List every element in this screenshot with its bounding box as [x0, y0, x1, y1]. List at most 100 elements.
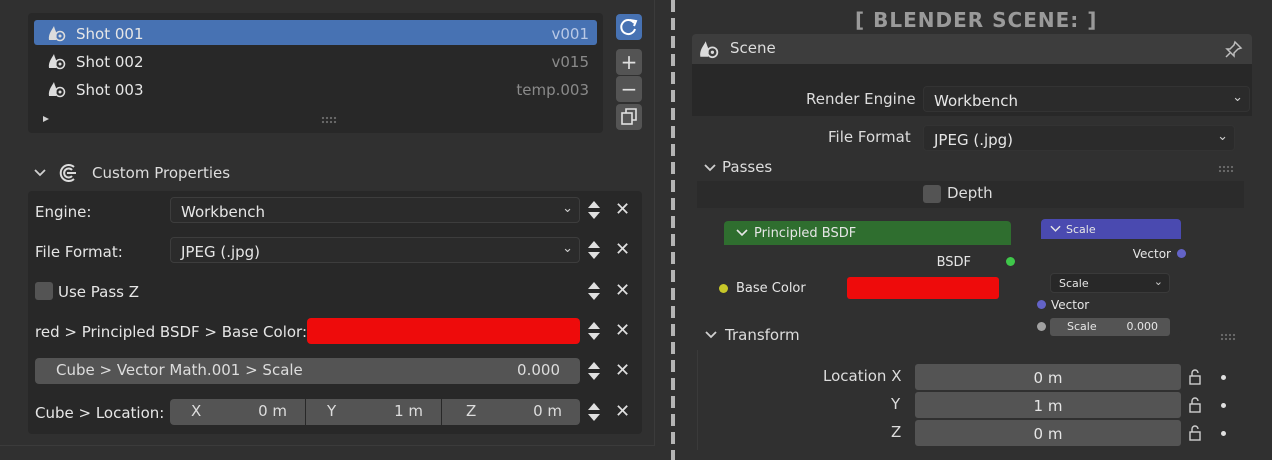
location-z-label: Z	[466, 402, 477, 420]
custom-properties-icon	[59, 164, 76, 182]
location-x-field[interactable]: X 0 m	[170, 399, 305, 425]
scale-field-value: 0.000	[517, 361, 560, 379]
location-y-value: 1 m	[394, 402, 423, 420]
render-engine-value: Workbench	[934, 92, 1018, 110]
scene-title: Scene	[730, 39, 776, 57]
page-title: [ BLENDER SCENE: ]	[855, 8, 1098, 32]
render-engine-dropdown[interactable]: Workbench ⌄	[923, 86, 1250, 112]
location-z-value: 0 m	[533, 402, 562, 420]
scene-icon	[700, 41, 719, 59]
file-format-dropdown[interactable]: JPEG (.jpg) ⌄	[923, 125, 1235, 151]
pin-icon[interactable]	[1225, 40, 1243, 58]
passes-title: Passes	[722, 158, 773, 176]
unlock-icon[interactable]	[1189, 369, 1201, 385]
scale-input-socket[interactable]	[1037, 322, 1046, 331]
chevron-down-icon[interactable]	[704, 329, 718, 341]
scale-field-label: Cube > Vector Math.001 > Scale	[56, 361, 303, 379]
chevron-down-icon[interactable]	[736, 228, 748, 238]
duplicate-icon	[621, 108, 637, 125]
move-updown-icon[interactable]	[587, 400, 601, 424]
keyframe-dot-icon[interactable]	[1221, 431, 1226, 436]
base-color-swatch[interactable]	[847, 277, 999, 299]
shot-name: Shot 003	[76, 81, 144, 99]
add-button[interactable]: +	[616, 49, 642, 75]
shot-version: temp.003	[516, 81, 589, 99]
file-format-label: File Format:	[35, 243, 123, 261]
depth-checkbox[interactable]	[923, 185, 941, 203]
scale-field-label: Scale	[1067, 320, 1097, 333]
keyframe-dot-icon[interactable]	[1221, 375, 1226, 380]
engine-value: Workbench	[181, 203, 265, 221]
shot-name: Shot 001	[76, 25, 144, 43]
location-y-field[interactable]: 1 m	[915, 392, 1181, 418]
shot-list-item[interactable]: Shot 001 v001	[34, 20, 597, 45]
chevron-down-icon: ⌄	[562, 241, 573, 256]
duplicate-button[interactable]	[616, 104, 642, 130]
file-format-label: File Format	[828, 128, 911, 146]
location-z-field[interactable]: 0 m	[915, 420, 1181, 446]
move-updown-icon[interactable]	[587, 279, 601, 303]
chevron-down-icon[interactable]	[1050, 224, 1061, 234]
close-icon[interactable]: ✕	[615, 282, 630, 300]
vector-output-socket[interactable]	[1177, 249, 1186, 258]
base-color-swatch[interactable]	[307, 318, 580, 344]
location-z-field[interactable]: Z 0 m	[442, 399, 580, 425]
location-y-field[interactable]: Y 1 m	[306, 399, 441, 425]
location-label: Cube > Location:	[35, 404, 165, 422]
engine-label: Engine:	[35, 203, 92, 221]
location-z-label: Z	[891, 423, 902, 441]
shot-list-item[interactable]: Shot 003 temp.003	[34, 76, 597, 101]
chevron-down-icon[interactable]	[33, 167, 47, 179]
node-title: Principled BSDF	[754, 226, 857, 241]
principled-bsdf-node[interactable]: Principled BSDF BSDF Base Color	[724, 221, 1011, 303]
base-color-input-socket[interactable]	[719, 284, 728, 293]
drag-grip-icon[interactable]	[1218, 165, 1234, 173]
move-updown-icon[interactable]	[587, 359, 601, 383]
shot-icon	[48, 54, 66, 70]
close-icon[interactable]: ✕	[615, 322, 630, 340]
render-engine-label: Render Engine	[806, 90, 916, 108]
scale-field-value: 0.000	[1126, 320, 1159, 333]
shot-version: v001	[551, 25, 589, 43]
drag-grip-icon[interactable]	[321, 116, 337, 124]
move-updown-icon[interactable]	[587, 238, 601, 262]
custom-properties-panel: Engine: Workbench ⌄ ✕ File Format: JPEG …	[28, 191, 642, 434]
close-icon[interactable]: ✕	[615, 362, 630, 380]
location-x-value: 0 m	[1033, 369, 1063, 387]
operation-dropdown[interactable]: Scale ⌄	[1050, 273, 1170, 293]
move-updown-icon[interactable]	[587, 198, 601, 222]
refresh-button[interactable]	[616, 14, 642, 40]
node-input-label: Vector	[1051, 298, 1090, 312]
shot-list-item[interactable]: Shot 002 v015	[34, 48, 597, 73]
scale-value-field[interactable]: Scale 0.000	[1050, 318, 1170, 336]
move-updown-icon[interactable]	[587, 319, 601, 343]
close-icon[interactable]: ✕	[615, 241, 630, 259]
base-color-label: red > Principled BSDF > Base Color:	[35, 323, 308, 341]
location-x-field[interactable]: 0 m	[915, 364, 1181, 390]
keyframe-dot-icon[interactable]	[1221, 403, 1226, 408]
shot-icon	[48, 26, 66, 42]
unlock-icon[interactable]	[1189, 397, 1201, 413]
scale-node[interactable]: Scale Vector Scale ⌄ Vector Scale 0.000	[1041, 219, 1181, 343]
node-output-label: BSDF	[936, 255, 971, 270]
close-icon[interactable]: ✕	[615, 403, 630, 421]
custom-properties-title: Custom Properties	[92, 164, 231, 182]
close-icon[interactable]: ✕	[615, 201, 630, 219]
engine-dropdown[interactable]: Workbench ⌄	[170, 197, 580, 223]
location-z-value: 0 m	[1033, 425, 1063, 443]
play-triangle-icon[interactable]	[42, 115, 50, 123]
bsdf-output-socket[interactable]	[1006, 257, 1015, 266]
shot-name: Shot 002	[76, 53, 144, 71]
use-pass-z-checkbox[interactable]	[35, 282, 53, 300]
drag-grip-icon[interactable]	[1220, 333, 1236, 341]
file-format-value: JPEG (.jpg)	[934, 131, 1014, 149]
chevron-down-icon[interactable]	[703, 162, 717, 174]
file-format-dropdown[interactable]: JPEG (.jpg) ⌄	[170, 237, 580, 263]
node-header[interactable]	[1041, 219, 1181, 239]
scale-field[interactable]: Cube > Vector Math.001 > Scale 0.000	[35, 358, 580, 384]
remove-button[interactable]: −	[616, 76, 642, 102]
unlock-icon[interactable]	[1189, 425, 1201, 441]
vector-input-socket[interactable]	[1037, 300, 1046, 309]
scene-header[interactable]: Scene	[692, 34, 1252, 64]
shot-icon	[48, 82, 66, 98]
